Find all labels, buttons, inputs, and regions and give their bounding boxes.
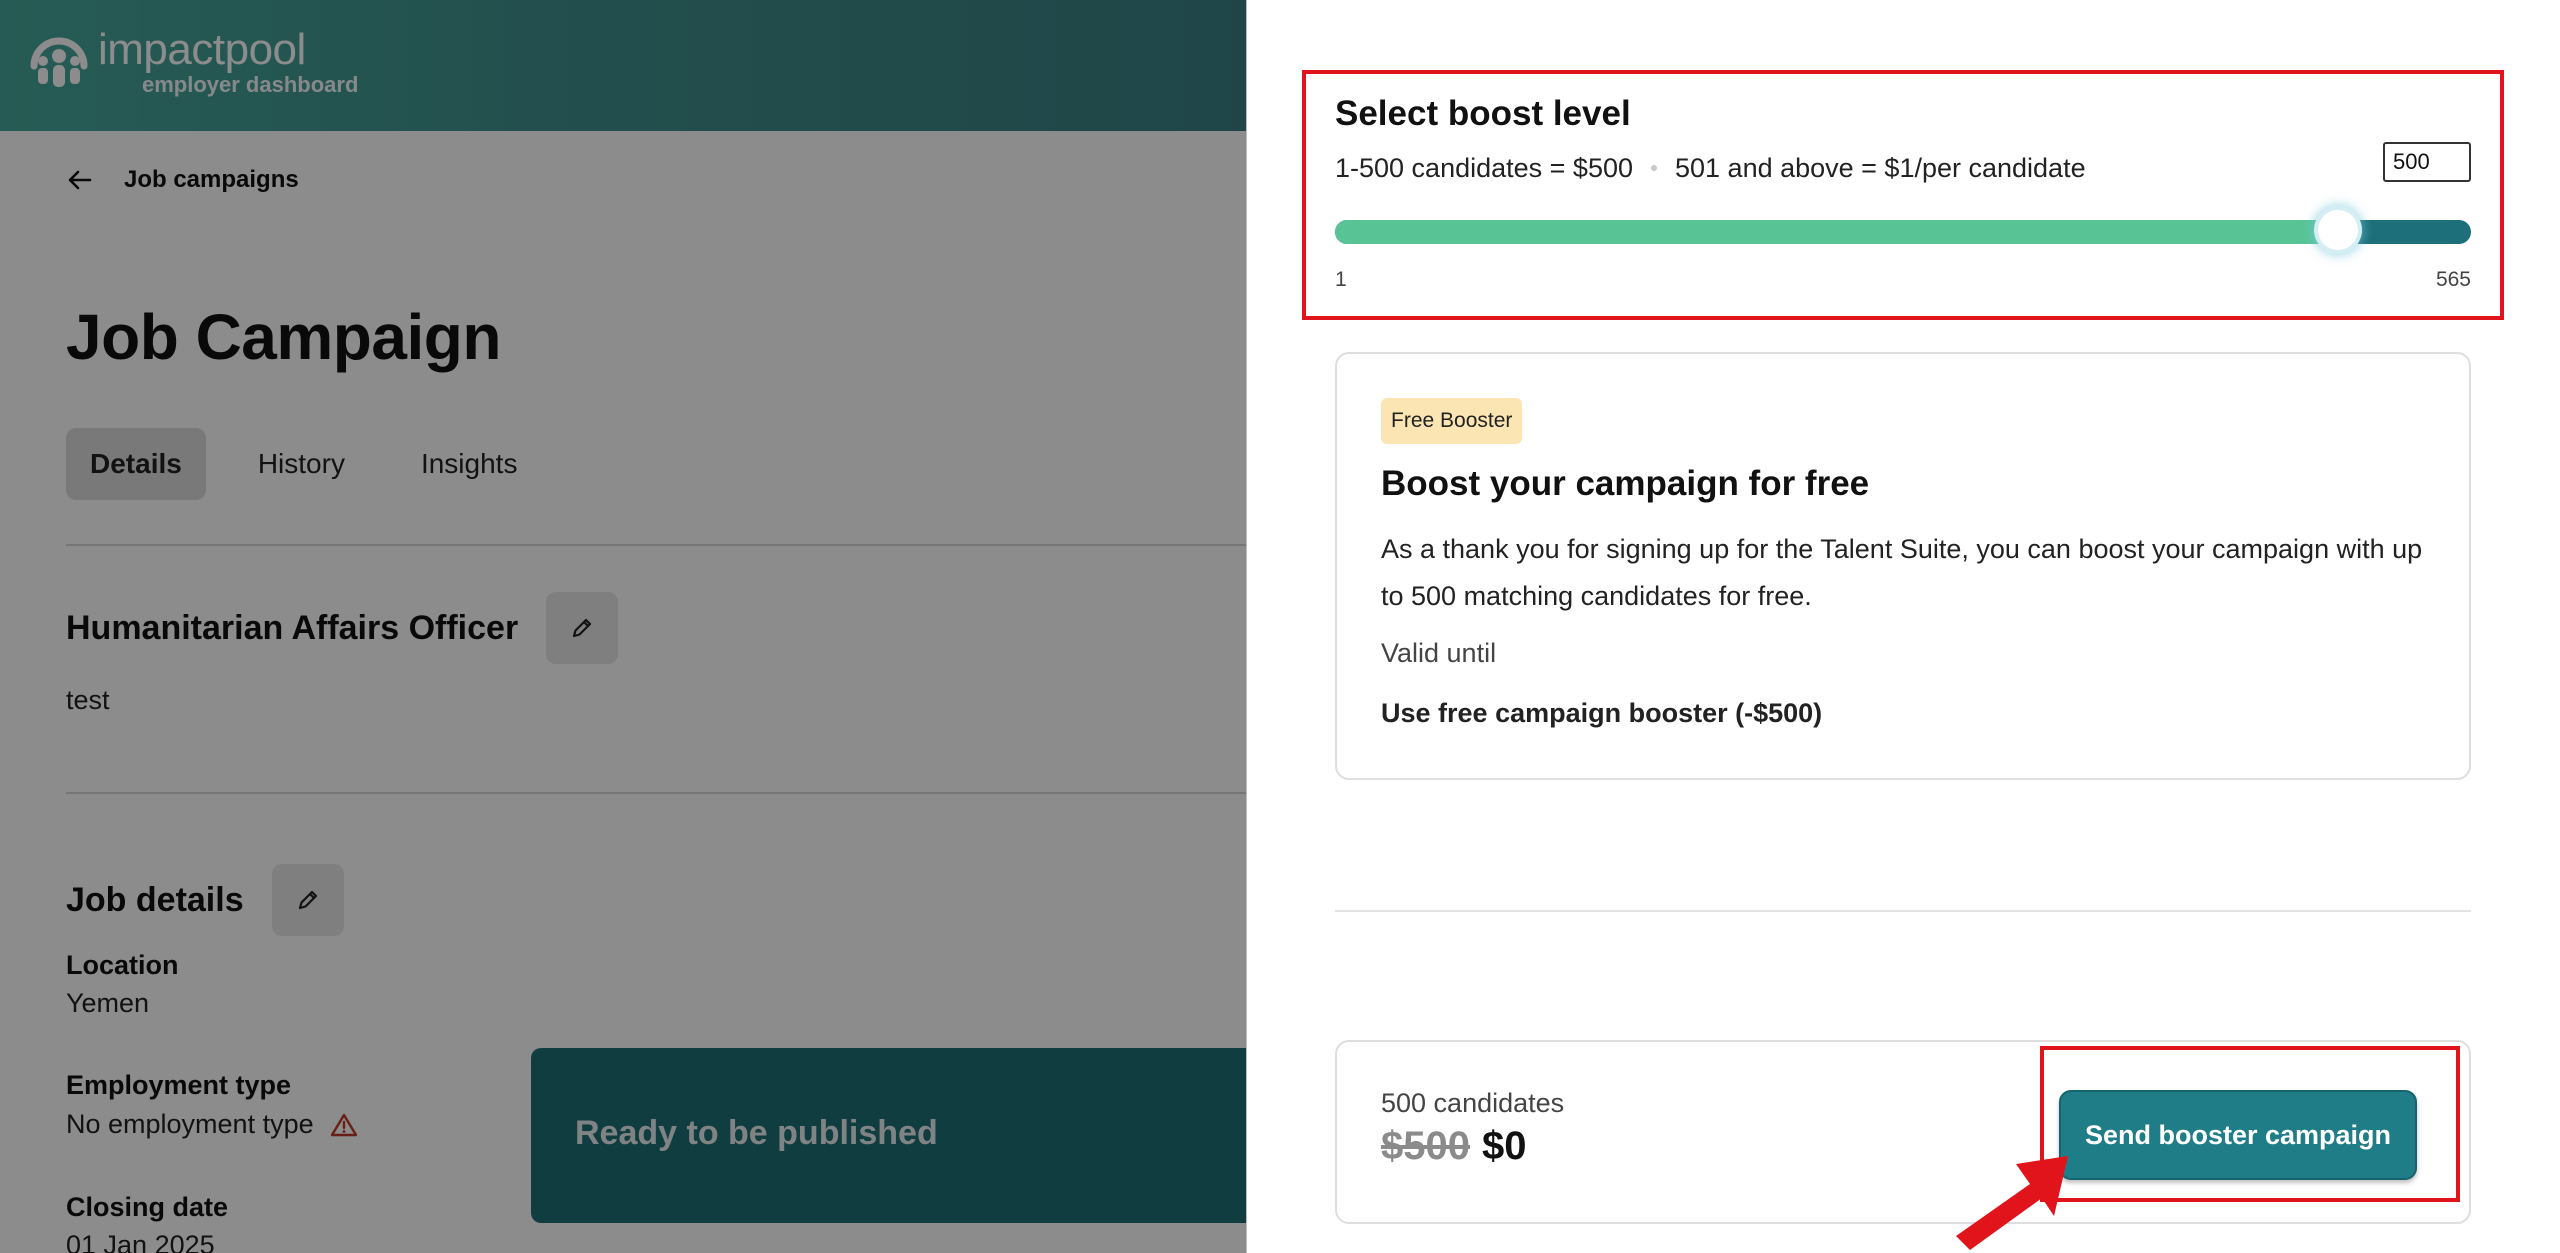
free-booster-card: Free Booster Boost your campaign for fre… <box>1335 352 2471 780</box>
send-booster-campaign-button[interactable]: Send booster campaign <box>2059 1090 2417 1180</box>
slider-track[interactable] <box>1335 220 2471 244</box>
candidate-count: 500 candidates <box>1381 1088 1565 1118</box>
boost-candidates-input[interactable] <box>2383 142 2471 182</box>
discounted-price: $0 <box>1481 1124 1527 1168</box>
slider-max-label: 565 <box>2435 268 2471 291</box>
separator-dot <box>1651 165 1657 171</box>
boost-drawer: Select boost level 1-500 candidates = $5… <box>1246 0 2560 1253</box>
original-price: $500 <box>1381 1124 1470 1168</box>
background-page: impactpool employer dashboard Job campai… <box>0 0 1246 1253</box>
use-free-booster-option[interactable]: Use free campaign booster (-$500) <box>1381 698 1822 729</box>
boost-level-title: Select boost level <box>1335 94 1631 133</box>
free-booster-description: As a thank you for signing up for the Ta… <box>1381 534 2423 611</box>
pricing-info: 1-500 candidates = $500 501 and above = … <box>1335 146 2471 190</box>
free-booster-title: Boost your campaign for free <box>1381 464 1870 503</box>
valid-until-label: Valid until <box>1381 638 1497 668</box>
booster-summary-card: 500 candidates $500 $0 Send booster camp… <box>1335 1040 2471 1224</box>
modal-backdrop[interactable] <box>0 0 1246 1253</box>
slider-min-label: 1 <box>1335 268 1347 291</box>
boost-slider[interactable] <box>1335 210 2471 254</box>
red-pointer-arrow-icon <box>1956 1156 2068 1250</box>
divider <box>1335 910 2471 912</box>
slider-fill <box>1335 220 2320 244</box>
price-summary: $500 $0 <box>1381 1124 1526 1169</box>
free-booster-badge: Free Booster <box>1381 398 1523 444</box>
price-tier-2: 501 and above = $1/per candidate <box>1675 152 2086 183</box>
price-tier-1: 1-500 candidates = $500 <box>1335 152 1633 183</box>
slider-thumb[interactable] <box>2318 210 2358 250</box>
